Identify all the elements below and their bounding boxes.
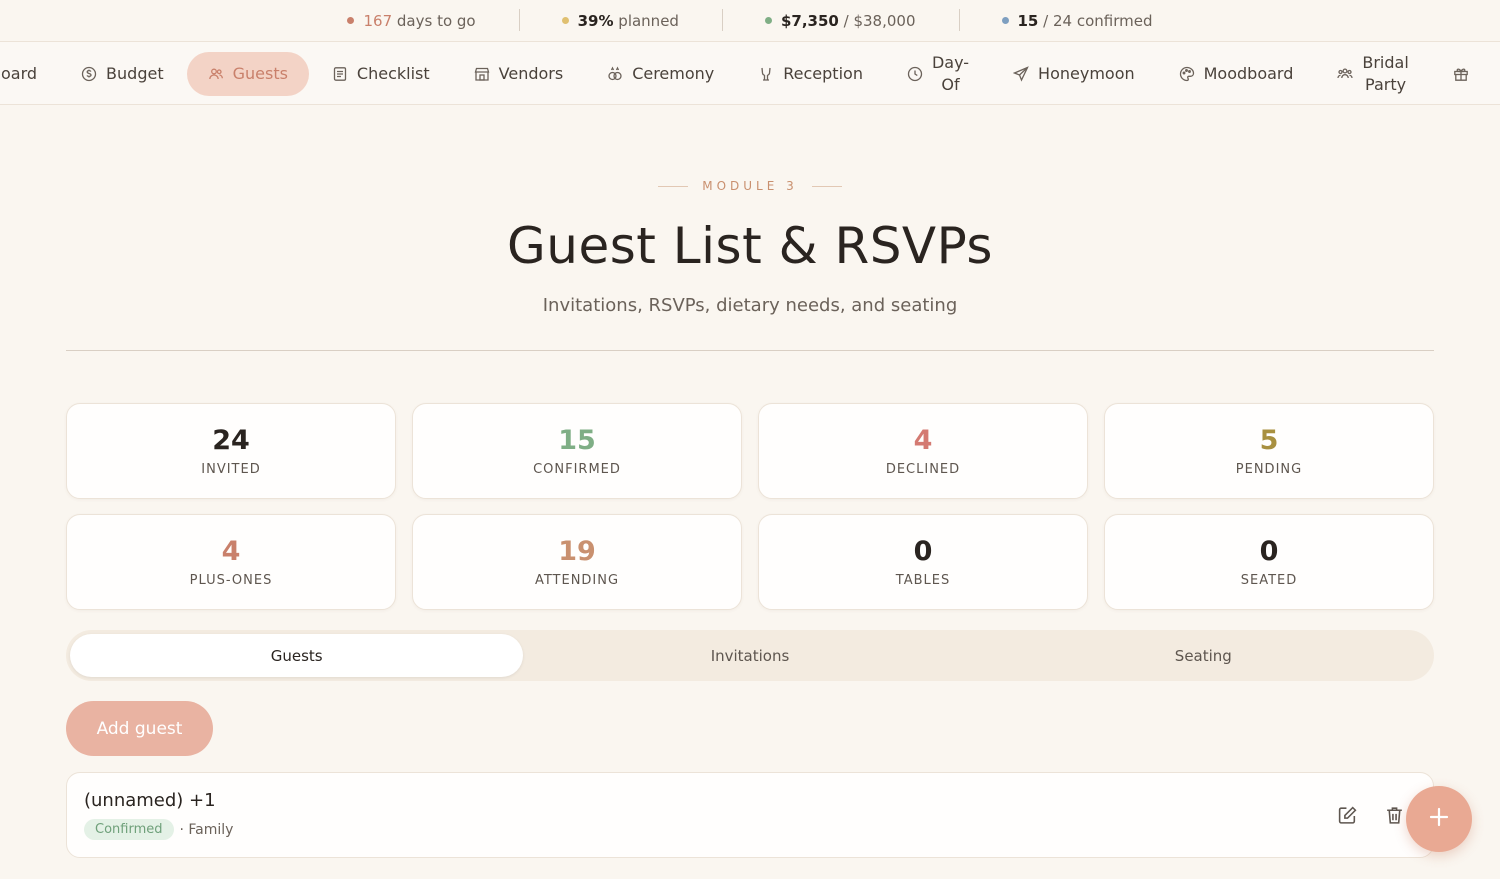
stat-card-attending: 19 ATTENDING [412,514,742,610]
checklist-icon [332,66,348,82]
stat-value: 0 [913,536,933,567]
clock-icon [907,66,923,82]
confirmed-summary: 15 / 24 confirmed [958,8,1196,31]
stat-label: CONFIRMED [533,462,621,477]
status-badge: Confirmed [84,819,174,840]
nav-item-ceremony[interactable]: Ceremony [586,52,735,96]
nav-item-moodboard[interactable]: Moodboard [1158,52,1315,96]
plus-icon [1427,805,1451,833]
stat-value: 19 [558,536,596,567]
plane-icon [1013,65,1029,82]
stat-card-seated: 0 SEATED [1104,514,1434,610]
eyebrow-rule [811,185,842,187]
add-guest-button[interactable]: Add guest [66,701,213,756]
stat-value: 4 [913,425,933,456]
status-dot [347,17,355,24]
planned-progress: 39% planned [518,8,722,31]
tab-seating[interactable]: Seating [977,634,1430,677]
guest-tabs: Guests Invitations Seating [66,630,1434,681]
edit-icon[interactable] [1337,805,1358,826]
header-divider [66,350,1434,351]
page-title: Guest List & RSVPs [507,217,993,275]
store-icon [474,66,490,82]
eyebrow-rule [658,185,689,187]
nav-item-gifts[interactable] [1432,52,1490,96]
page-subtitle: Invitations, RSVPs, dietary needs, and s… [542,295,958,316]
stat-value: 4 [221,536,241,567]
nav-item-reception[interactable]: Reception [737,52,884,96]
add-floating-button[interactable] [1406,786,1472,852]
palette-icon [1179,66,1195,82]
days-to-go: 167 days to go [304,12,518,30]
nav-item-vendors[interactable]: Vendors [453,52,585,96]
stat-card-declined: 4 DECLINED [758,403,1088,499]
stat-value: 0 [1259,536,1279,567]
stat-label: ATTENDING [534,573,620,588]
row-actions [1337,805,1405,826]
trash-icon[interactable] [1384,805,1405,826]
nav-item-guests[interactable]: Guests [186,51,309,96]
gift-icon [1453,66,1469,82]
stat-card-plus-ones: 4 PLUS-ONES [66,514,396,610]
guest-name: (unnamed) +1 [84,790,216,811]
stat-label: DECLINED [885,462,961,477]
page-header: MODULE 3 Guest List & RSVPs Invitations,… [0,105,1500,316]
nav-item-honeymoon[interactable]: Honeymoon [992,52,1156,96]
stat-value: 5 [1259,425,1279,456]
summary-bar: 167 days to go 39% planned $7,350 / $38,… [0,0,1500,42]
stat-label: PLUS-ONES [189,573,273,588]
stat-value: 15 [558,425,596,456]
stat-card-tables: 0 TABLES [758,514,1088,610]
glasses-icon [758,66,774,82]
nav-item-budget[interactable]: Budget [60,52,185,96]
group-icon [1337,66,1354,82]
users-icon [208,66,224,82]
nav-item-bridal-party[interactable]: Bridal Party [1316,52,1429,96]
status-dot [1001,17,1009,24]
nav-item-checklist[interactable]: Checklist [311,52,451,96]
guest-row[interactable]: (unnamed) +1 Confirmed · Family [66,772,1434,858]
stat-label: PENDING [1235,462,1303,477]
module-eyebrow: MODULE 3 [0,179,1500,193]
budget-summary: $7,350 / $38,000 [721,8,959,31]
stat-card-invited: 24 INVITED [66,403,396,499]
status-dot [764,17,772,24]
stat-card-confirmed: 15 CONFIRMED [412,403,742,499]
stat-label: TABLES [895,573,951,588]
stat-card-pending: 5 PENDING [1104,403,1434,499]
stats-grid: 24 INVITED 15 CONFIRMED 4 DECLINED 5 PEN… [66,403,1500,610]
nav-item-dashboard[interactable]: oard [0,52,58,96]
stat-label: INVITED [201,462,261,477]
tab-guests[interactable]: Guests [70,634,524,677]
stat-label: SEATED [1240,573,1298,588]
guest-meta: Confirmed · Family [84,819,1433,840]
nav-item-day-of[interactable]: Day- Of [886,52,990,96]
module-nav: oard Budget Guests Checklist Vendors Cer… [0,42,1500,105]
dollar-icon [81,66,97,82]
guest-group: · Family [179,821,234,838]
tab-invitations[interactable]: Invitations [523,634,976,677]
status-dot [561,17,569,24]
rings-icon [607,66,623,82]
stat-value: 24 [212,425,250,456]
